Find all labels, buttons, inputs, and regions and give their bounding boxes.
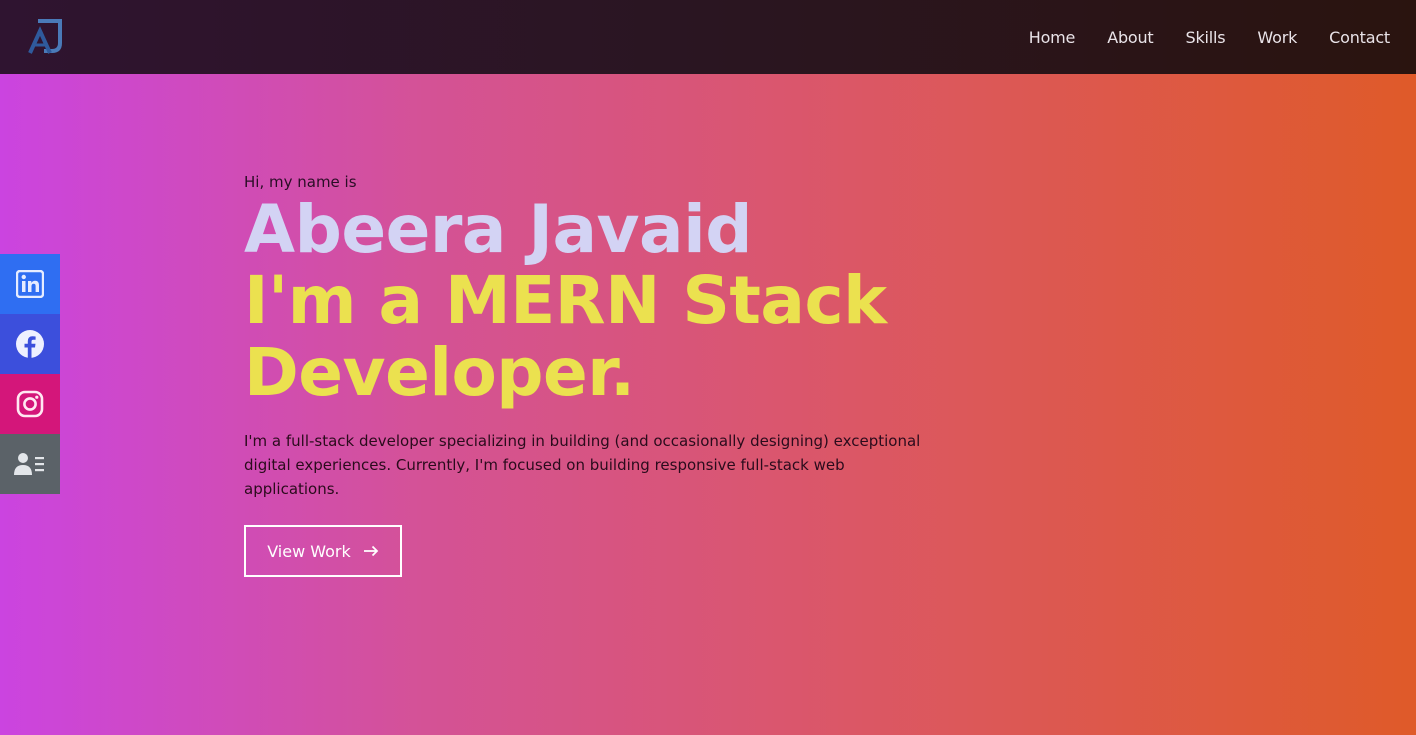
hero-description: I'm a full-stack developer specializing … — [244, 432, 921, 498]
navbar: Home About Skills Work Contact — [0, 0, 1416, 74]
site-logo[interactable] — [28, 19, 64, 55]
aj-monogram-logo-icon — [28, 19, 62, 54]
view-work-button[interactable]: View Work — [244, 525, 402, 577]
hero-role-line-2: Developer. — [244, 334, 635, 411]
nav-link-skills[interactable]: Skills — [1186, 28, 1226, 47]
hero-name: Abeera Javaid — [244, 191, 752, 268]
instagram-icon — [16, 390, 44, 418]
linkedin-link[interactable] — [0, 254, 60, 314]
linkedin-icon — [16, 270, 44, 298]
facebook-icon — [16, 330, 44, 358]
nav-link-work[interactable]: Work — [1257, 28, 1297, 47]
facebook-link[interactable] — [0, 314, 60, 374]
nav-link-about[interactable]: About — [1107, 28, 1154, 47]
nav-link-home[interactable]: Home — [1029, 28, 1076, 47]
hero-section: Hi, my name is Abeera Javaid I'm a MERN … — [244, 173, 1004, 577]
view-work-label: View Work — [267, 541, 351, 561]
nav-links: Home About Skills Work Contact — [1029, 28, 1390, 47]
hero-role-line-1: I'm a MERN Stack — [244, 262, 887, 339]
resume-icon — [14, 453, 44, 475]
hero-greeting: Hi, my name is — [244, 173, 357, 191]
social-sidebar — [0, 254, 60, 494]
arrow-right-icon — [363, 545, 379, 557]
instagram-link[interactable] — [0, 374, 60, 434]
resume-link[interactable] — [0, 434, 60, 494]
nav-link-contact[interactable]: Contact — [1329, 28, 1390, 47]
